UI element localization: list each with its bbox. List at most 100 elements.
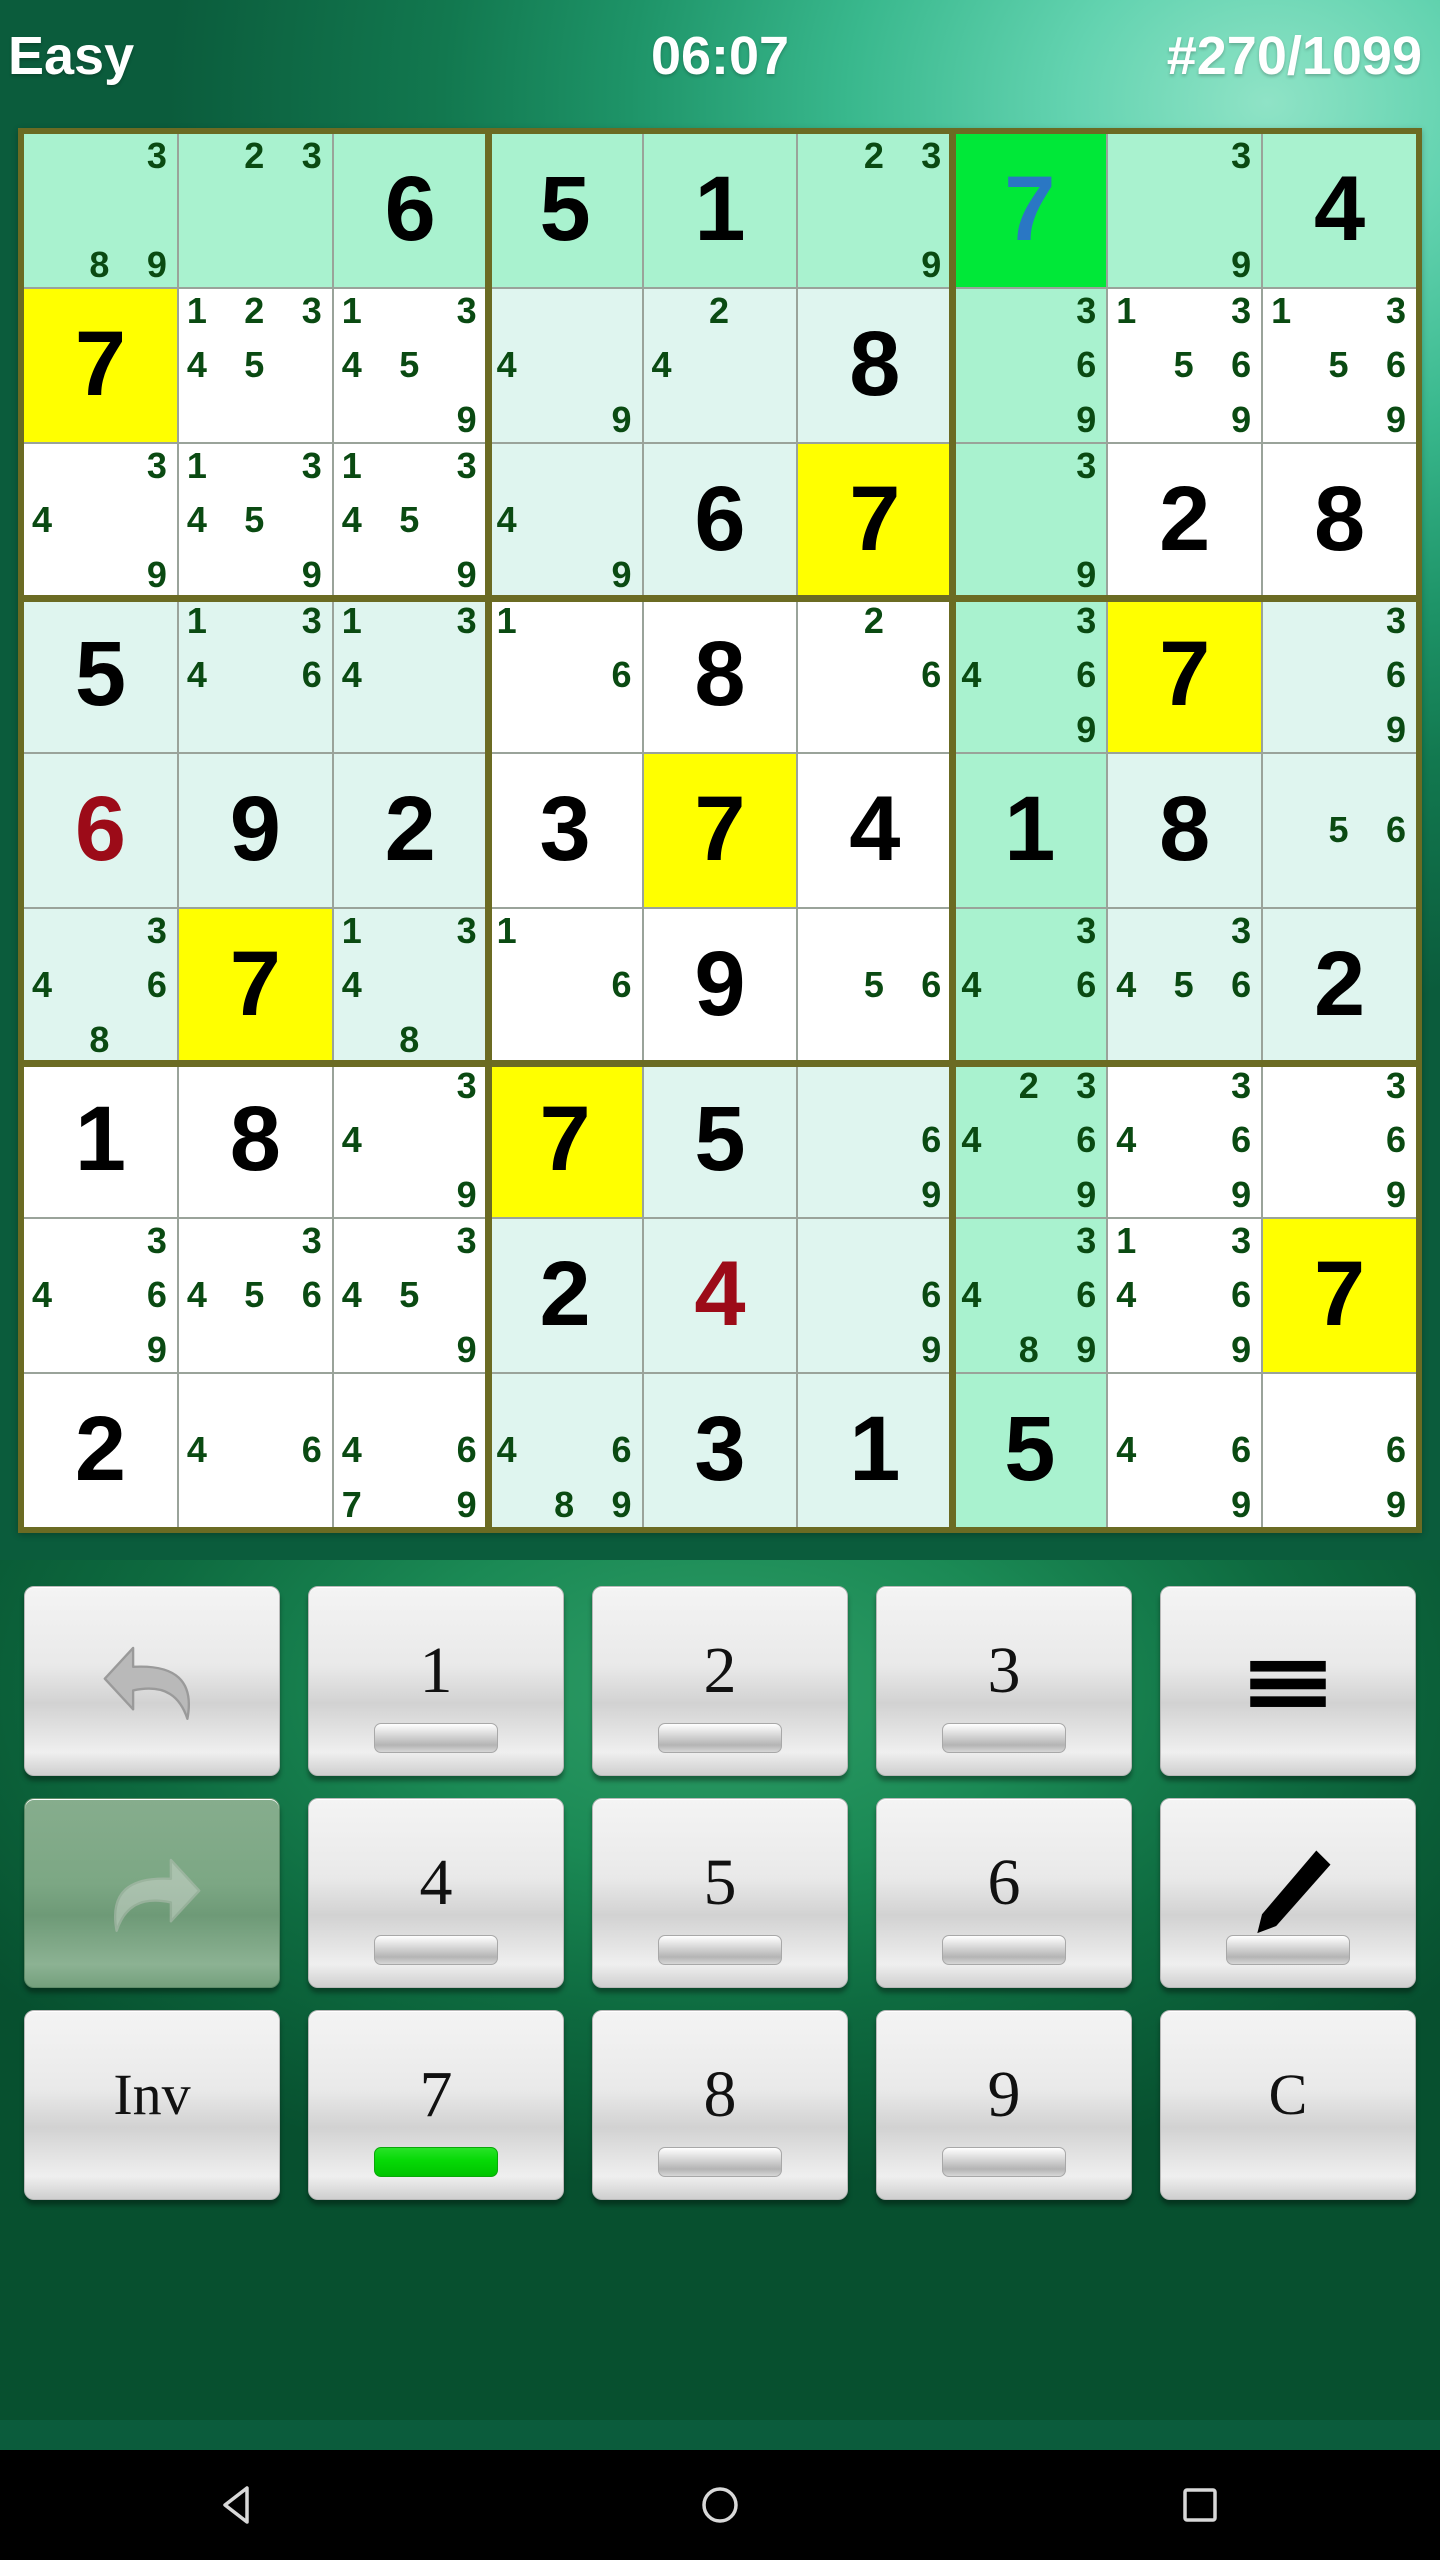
sudoku-cell-r6c8[interactable]: 123 456 789 [1108, 909, 1262, 1062]
sudoku-cell-r3c9[interactable]: 8 [1263, 444, 1416, 597]
sudoku-cell-r2c8[interactable]: 123 456 789 [1108, 289, 1262, 442]
sudoku-cell-r7c3[interactable]: 123 456789 [333, 1064, 487, 1217]
sudoku-cell-r1c8[interactable]: 123 456789 [1108, 134, 1262, 287]
keypad[interactable]: 1 2 3 4 5 6 Inv 7 8 9 C [24, 1586, 1416, 2200]
sudoku-cell-r7c7[interactable]: 123 456 789 [953, 1064, 1107, 1217]
sudoku-cell-r5c2[interactable]: 9 [178, 754, 332, 907]
sudoku-cell-r6c2[interactable]: 7 [178, 909, 332, 1062]
sudoku-cell-r9c1[interactable]: 2 [24, 1374, 177, 1527]
digit-8-button[interactable]: 8 [592, 2010, 848, 2200]
recents-square-icon[interactable] [1140, 2450, 1260, 2560]
sudoku-cell-r1c3[interactable]: 6 [333, 134, 487, 287]
sudoku-cell-r3c8[interactable]: 2 [1108, 444, 1262, 597]
sudoku-cell-r6c7[interactable]: 123 456 789 [953, 909, 1107, 1062]
sudoku-cell-r4c9[interactable]: 123 456 789 [1263, 599, 1416, 752]
sudoku-cell-r5c5[interactable]: 7 [643, 754, 797, 907]
sudoku-cell-r8c2[interactable]: 123 456 789 [178, 1219, 332, 1372]
sudoku-cell-r6c3[interactable]: 123 456789 [333, 909, 487, 1062]
sudoku-cell-r1c1[interactable]: 123 456789 [24, 134, 177, 287]
sudoku-cell-r8c5[interactable]: 4 [643, 1219, 797, 1372]
undo-button[interactable] [24, 1586, 280, 1776]
sudoku-cell-r8c4[interactable]: 2 [488, 1219, 642, 1372]
menu-button[interactable] [1160, 1586, 1416, 1776]
sudoku-cell-r1c9[interactable]: 4 [1263, 134, 1416, 287]
sudoku-cell-r2c1[interactable]: 7 [24, 289, 177, 442]
sudoku-cell-r8c1[interactable]: 123 456 789 [24, 1219, 177, 1372]
sudoku-cell-r2c7[interactable]: 123 456 789 [953, 289, 1107, 442]
sudoku-cell-r1c4[interactable]: 5 [488, 134, 642, 287]
sudoku-cell-r9c5[interactable]: 3 [643, 1374, 797, 1527]
sudoku-cell-r4c4[interactable]: 123456 789 [488, 599, 642, 752]
sudoku-cell-r5c6[interactable]: 4 [798, 754, 952, 907]
sudoku-cell-r7c4[interactable]: 7 [488, 1064, 642, 1217]
home-circle-icon[interactable] [660, 2450, 780, 2560]
digit-1-button[interactable]: 1 [308, 1586, 564, 1776]
sudoku-cell-r5c7[interactable]: 1 [953, 754, 1107, 907]
sudoku-cell-r7c8[interactable]: 123 456 789 [1108, 1064, 1262, 1217]
sudoku-cell-r7c6[interactable]: 123456 789 [798, 1064, 952, 1217]
sudoku-cell-r3c2[interactable]: 123 456789 [178, 444, 332, 597]
sudoku-cell-r8c7[interactable]: 123 456 789 [953, 1219, 1107, 1372]
sudoku-cell-r3c3[interactable]: 123 456789 [333, 444, 487, 597]
sudoku-cell-r9c4[interactable]: 123 456 789 [488, 1374, 642, 1527]
sudoku-board[interactable]: 1234567891234567896511234567897123456789… [24, 134, 1416, 1527]
sudoku-cell-r3c6[interactable]: 7 [798, 444, 952, 597]
sudoku-cell-r6c5[interactable]: 9 [643, 909, 797, 1062]
sudoku-cell-r2c3[interactable]: 123 456789 [333, 289, 487, 442]
sudoku-cell-r2c6[interactable]: 8 [798, 289, 952, 442]
pencil-mode-button[interactable] [1160, 1798, 1416, 1988]
sudoku-cell-r8c6[interactable]: 123456 789 [798, 1219, 952, 1372]
sudoku-cell-r5c8[interactable]: 8 [1108, 754, 1262, 907]
clear-button[interactable]: C [1160, 2010, 1416, 2200]
sudoku-cell-r9c3[interactable]: 123 456 789 [333, 1374, 487, 1527]
sudoku-cell-r1c7[interactable]: 7 [953, 134, 1107, 287]
redo-button[interactable] [24, 1798, 280, 1988]
sudoku-cell-r2c2[interactable]: 123 456789 [178, 289, 332, 442]
sudoku-cell-r9c7[interactable]: 5 [953, 1374, 1107, 1527]
sudoku-cell-r6c9[interactable]: 2 [1263, 909, 1416, 1062]
sudoku-cell-r5c1[interactable]: 6 [24, 754, 177, 907]
sudoku-cell-r1c2[interactable]: 123 456789 [178, 134, 332, 287]
sudoku-cell-r9c6[interactable]: 1 [798, 1374, 952, 1527]
digit-3-button[interactable]: 3 [876, 1586, 1132, 1776]
digit-7-button[interactable]: 7 [308, 2010, 564, 2200]
sudoku-cell-r4c6[interactable]: 123456 789 [798, 599, 952, 752]
sudoku-cell-r3c1[interactable]: 123 456789 [24, 444, 177, 597]
sudoku-cell-r1c5[interactable]: 1 [643, 134, 797, 287]
sudoku-cell-r2c9[interactable]: 123 456 789 [1263, 289, 1416, 442]
sudoku-cell-r7c1[interactable]: 1 [24, 1064, 177, 1217]
sudoku-cell-r6c6[interactable]: 123456 789 [798, 909, 952, 1062]
sudoku-cell-r8c3[interactable]: 123 456789 [333, 1219, 487, 1372]
back-triangle-icon[interactable] [180, 2450, 300, 2560]
sudoku-cell-r3c5[interactable]: 6 [643, 444, 797, 597]
sudoku-cell-r6c1[interactable]: 123 456 789 [24, 909, 177, 1062]
sudoku-cell-r4c8[interactable]: 7 [1108, 599, 1262, 752]
sudoku-cell-r7c9[interactable]: 123 456 789 [1263, 1064, 1416, 1217]
sudoku-cell-r4c5[interactable]: 8 [643, 599, 797, 752]
sudoku-cell-r5c9[interactable]: 123456 789 [1263, 754, 1416, 907]
digit-2-button[interactable]: 2 [592, 1586, 848, 1776]
sudoku-cell-r6c4[interactable]: 123456 789 [488, 909, 642, 1062]
sudoku-cell-r5c4[interactable]: 3 [488, 754, 642, 907]
digit-5-button[interactable]: 5 [592, 1798, 848, 1988]
sudoku-cell-r4c7[interactable]: 123 456 789 [953, 599, 1107, 752]
sudoku-cell-r3c7[interactable]: 123 456789 [953, 444, 1107, 597]
sudoku-cell-r9c2[interactable]: 123 456 789 [178, 1374, 332, 1527]
sudoku-cell-r8c8[interactable]: 123 456 789 [1108, 1219, 1262, 1372]
digit-9-button[interactable]: 9 [876, 2010, 1132, 2200]
sudoku-cell-r1c6[interactable]: 123 456789 [798, 134, 952, 287]
sudoku-cell-r4c1[interactable]: 5 [24, 599, 177, 752]
sudoku-cell-r8c9[interactable]: 7 [1263, 1219, 1416, 1372]
digit-6-button[interactable]: 6 [876, 1798, 1132, 1988]
sudoku-cell-r5c3[interactable]: 2 [333, 754, 487, 907]
sudoku-cell-r2c4[interactable]: 123 456789 [488, 289, 642, 442]
digit-4-button[interactable]: 4 [308, 1798, 564, 1988]
invert-button[interactable]: Inv [24, 2010, 280, 2200]
sudoku-cell-r4c2[interactable]: 123 456 789 [178, 599, 332, 752]
sudoku-cell-r7c2[interactable]: 8 [178, 1064, 332, 1217]
sudoku-cell-r7c5[interactable]: 5 [643, 1064, 797, 1217]
sudoku-cell-r3c4[interactable]: 123 456789 [488, 444, 642, 597]
sudoku-cell-r2c5[interactable]: 123 456789 [643, 289, 797, 442]
sudoku-cell-r4c3[interactable]: 123 456789 [333, 599, 487, 752]
sudoku-cell-r9c8[interactable]: 123 456 789 [1108, 1374, 1262, 1527]
